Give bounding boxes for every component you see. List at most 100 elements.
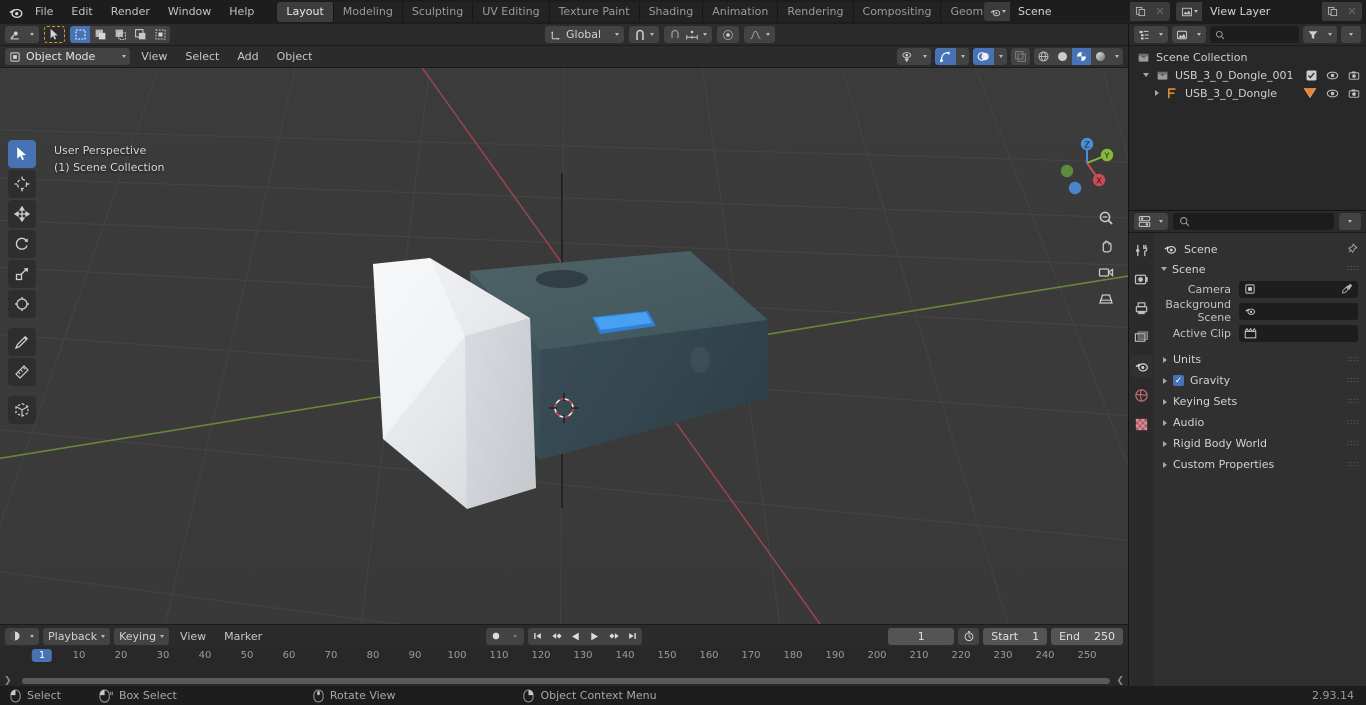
timeline-menu-playback[interactable]: Playback (43, 627, 111, 645)
chevron-down-icon[interactable] (25, 26, 39, 43)
chevron-down-icon[interactable] (1154, 26, 1168, 43)
disclosure-triangle-icon[interactable] (1143, 73, 1149, 77)
subtract-select-icon[interactable] (110, 26, 130, 43)
object-visibility-toggle[interactable] (897, 48, 931, 65)
view-layer-icon[interactable] (1172, 26, 1192, 43)
panel-header-keying-sets[interactable]: Keying Sets ∷∷ (1153, 391, 1366, 412)
outliner-filter[interactable] (1303, 26, 1337, 43)
tool-tab[interactable] (1130, 239, 1152, 261)
transform-tool[interactable] (8, 290, 36, 318)
record-keyframe-icon[interactable] (486, 628, 505, 645)
blender-logo-icon[interactable] (4, 0, 26, 24)
tab-layout[interactable]: Layout (277, 2, 334, 22)
3d-viewport[interactable]: User Perspective (1) Scene Collection Z … (0, 68, 1128, 624)
tab-uv-editing[interactable]: UV Editing (473, 2, 550, 22)
active-tool-icon[interactable] (44, 26, 65, 43)
menu-edit[interactable]: Edit (62, 3, 101, 21)
chevron-down-icon[interactable] (25, 627, 39, 645)
disclosure-triangle-icon[interactable] (1155, 90, 1159, 96)
scene-icon[interactable] (984, 2, 1010, 21)
view-layer-name[interactable]: View Layer (1202, 2, 1322, 21)
editor-type-selector[interactable] (5, 26, 39, 43)
timeline-editor-icon[interactable] (5, 627, 25, 645)
intersect-select-icon[interactable] (150, 26, 170, 43)
filter-icon[interactable] (1303, 26, 1323, 43)
timeline-menu-keying[interactable]: Keying (114, 627, 170, 645)
checkbox-icon[interactable] (1306, 70, 1317, 81)
jump-end-icon[interactable] (623, 628, 642, 645)
editor-type-icon[interactable] (5, 26, 25, 43)
eye-icon[interactable] (1326, 88, 1339, 99)
invert-select-icon[interactable] (130, 26, 150, 43)
outliner-row-scene-collection[interactable]: Scene Collection (1129, 48, 1366, 66)
measure-tool[interactable] (8, 358, 36, 386)
tab-compositing[interactable]: Compositing (853, 2, 942, 22)
world-tab[interactable] (1130, 384, 1152, 406)
viewport-menu-view[interactable]: View (134, 48, 174, 65)
timeline-ruler[interactable]: 1 10 20 30 40 50 60 70 80 90 100 110 120… (0, 647, 1128, 676)
eyedropper-icon[interactable] (1341, 283, 1353, 295)
viewport-menu-object[interactable]: Object (270, 48, 320, 65)
solid-shading-icon[interactable] (1053, 48, 1072, 65)
pin-icon[interactable] (1346, 243, 1358, 255)
menu-file[interactable]: File (26, 3, 62, 21)
snap-target-selector[interactable] (664, 26, 713, 43)
set-select-icon[interactable] (70, 26, 90, 43)
tab-sculpting[interactable]: Sculpting (402, 2, 474, 22)
transform-orientation-selector[interactable]: Global (545, 26, 625, 43)
chevron-down-icon[interactable] (1323, 26, 1337, 43)
navigation-gizmo[interactable]: Z Y X (1054, 130, 1120, 196)
view-layer-tab[interactable] (1130, 326, 1152, 348)
snap-toggle[interactable] (629, 26, 660, 43)
panel-header-rigid-body-world[interactable]: Rigid Body World ∷∷ (1153, 433, 1366, 454)
gizmo-icon[interactable] (935, 48, 956, 65)
outliner-editor-icon[interactable] (1134, 26, 1154, 43)
tab-shading[interactable]: Shading (639, 2, 704, 22)
pan-nav-icon[interactable] (1094, 233, 1118, 257)
x-icon[interactable]: ✕ (1150, 2, 1170, 21)
active-clip-field[interactable] (1239, 324, 1358, 342)
extend-select-icon[interactable] (90, 26, 110, 43)
tab-animation[interactable]: Animation (703, 2, 779, 22)
outliner-search-input[interactable] (1210, 26, 1299, 43)
properties-editor-type[interactable] (1134, 213, 1168, 230)
outliner-display-mode[interactable] (1172, 26, 1206, 43)
texture-tab[interactable] (1130, 413, 1152, 435)
outliner-row-collection[interactable]: USB_3_0_Dongle_001 (1129, 66, 1366, 84)
rendered-shading-icon[interactable] (1091, 48, 1110, 65)
tweak-tool[interactable] (8, 140, 36, 168)
camera-icon[interactable] (1348, 88, 1360, 99)
chevron-down-icon[interactable] (1110, 48, 1123, 65)
outliner-row-object[interactable]: USB_3_0_Dongle (1129, 84, 1366, 102)
outliner-new-filter-icon[interactable] (1341, 26, 1361, 43)
camera-nav-icon[interactable] (1094, 260, 1118, 284)
falloff-selector[interactable] (744, 26, 776, 43)
stopwatch-icon[interactable] (958, 627, 980, 645)
panel-header-scene[interactable]: Scene ∷∷ (1153, 259, 1366, 279)
x-icon[interactable]: ✕ (1342, 2, 1362, 21)
frame-start-field[interactable]: Start 1 (983, 627, 1048, 645)
eye-icon[interactable] (1326, 70, 1339, 81)
properties-options-icon[interactable] (1339, 213, 1361, 230)
menu-help[interactable]: Help (220, 3, 263, 21)
play-reverse-icon[interactable] (566, 628, 585, 645)
duplicate-icon[interactable] (1130, 2, 1150, 21)
outliner-editor-type[interactable] (1134, 26, 1168, 43)
overlays-icon[interactable] (973, 48, 994, 65)
menu-render[interactable]: Render (102, 3, 159, 21)
xray-icon[interactable] (1011, 48, 1030, 65)
cursor-tool[interactable] (8, 170, 36, 198)
timeline-menu-view[interactable]: View (173, 628, 213, 645)
overlays-toggle[interactable] (973, 48, 1007, 65)
gizmo-toggle[interactable] (935, 48, 969, 65)
chevron-down-icon[interactable] (1192, 26, 1206, 43)
tab-texture-paint[interactable]: Texture Paint (549, 2, 640, 22)
current-frame-field[interactable]: 1 (888, 627, 955, 645)
proportional-edit-toggle[interactable] (717, 26, 740, 43)
viewport-menu-select[interactable]: Select (178, 48, 226, 65)
viewport-menu-add[interactable]: Add (230, 48, 265, 65)
wireframe-shading-icon[interactable] (1034, 48, 1053, 65)
interaction-mode-selector[interactable]: Object Mode (5, 48, 131, 65)
chevron-down-icon[interactable] (505, 628, 524, 645)
scale-tool[interactable] (8, 260, 36, 288)
